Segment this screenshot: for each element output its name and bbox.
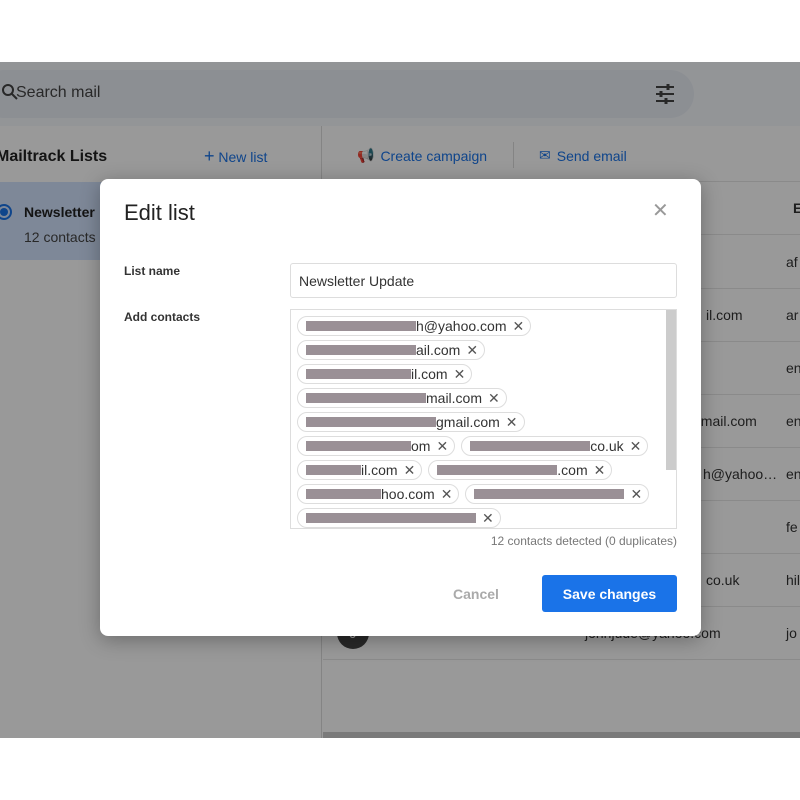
contact-chip[interactable]: ail.com ✕: [297, 340, 486, 360]
list-name-label: List name: [124, 264, 181, 278]
contacts-chip-input[interactable]: h@yahoo.com ✕ ail.com ✕ il.com ✕ mail.com ✕ gmai…: [290, 309, 677, 529]
redacted-text: [306, 441, 411, 451]
list-name-input[interactable]: [290, 263, 677, 298]
redacted-text: [470, 441, 591, 451]
contacts-detected-status: 12 contacts detected (0 duplicates): [490, 534, 677, 548]
contact-chip[interactable]: hoo.com ✕: [297, 484, 460, 504]
contact-chip[interactable]: il.com ✕: [297, 460, 423, 480]
dialog-title: Edit list: [124, 200, 195, 225]
add-contacts-label: Add contacts: [124, 310, 201, 324]
redacted-text: [474, 489, 625, 499]
contact-chip[interactable]: h@yahoo.com ✕: [297, 316, 532, 336]
remove-icon[interactable]: ✕: [436, 438, 448, 455]
redacted-text: [306, 513, 476, 523]
redacted-text: [306, 321, 416, 331]
remove-icon[interactable]: ✕: [482, 510, 494, 527]
chip-email: h@yahoo.com: [416, 318, 507, 334]
chip-email: om: [411, 438, 431, 454]
contact-chip[interactable]: .com ✕: [428, 460, 613, 480]
contact-chip[interactable]: gmail.com ✕: [297, 412, 525, 432]
chip-email: co.uk: [590, 438, 624, 454]
remove-icon[interactable]: ✕: [488, 390, 500, 407]
remove-icon[interactable]: ✕: [404, 462, 416, 479]
redacted-text: [306, 489, 381, 499]
contact-chip[interactable]: il.com ✕: [297, 364, 473, 384]
vertical-scrollbar[interactable]: [666, 310, 676, 470]
chip-email: gmail.com: [436, 414, 500, 430]
redacted-text: [437, 465, 558, 475]
remove-icon[interactable]: ✕: [630, 438, 642, 455]
remove-icon[interactable]: ✕: [466, 342, 478, 359]
redacted-text: [306, 369, 411, 379]
remove-icon[interactable]: ✕: [512, 318, 524, 335]
remove-icon[interactable]: ✕: [630, 486, 642, 503]
redacted-text: [306, 345, 416, 355]
chip-email: .com: [557, 462, 588, 478]
redacted-text: [306, 465, 361, 475]
redacted-text: [306, 393, 426, 403]
remove-icon[interactable]: ✕: [441, 486, 453, 503]
contact-chip[interactable]: co.uk ✕: [461, 436, 649, 456]
chip-email: ail.com: [416, 342, 461, 358]
redacted-text: [306, 417, 436, 427]
remove-icon[interactable]: ✕: [594, 462, 606, 479]
contact-chip[interactable]: ✕: [297, 508, 501, 528]
contact-chip[interactable]: ✕: [465, 484, 650, 504]
chip-email: hoo.com: [381, 486, 435, 502]
contact-chip[interactable]: om ✕: [297, 436, 456, 456]
chip-email: il.com: [361, 462, 398, 478]
edit-list-dialog: Edit list ✕ List name Add contacts h@yah…: [100, 179, 701, 636]
save-changes-button[interactable]: Save changes: [542, 575, 677, 612]
close-icon[interactable]: ✕: [652, 201, 669, 221]
contact-chip[interactable]: mail.com ✕: [297, 388, 507, 408]
chip-email: il.com: [411, 366, 448, 382]
chip-email: mail.com: [426, 390, 483, 406]
remove-icon[interactable]: ✕: [506, 414, 518, 431]
remove-icon[interactable]: ✕: [454, 366, 466, 383]
cancel-button[interactable]: Cancel: [440, 575, 512, 612]
